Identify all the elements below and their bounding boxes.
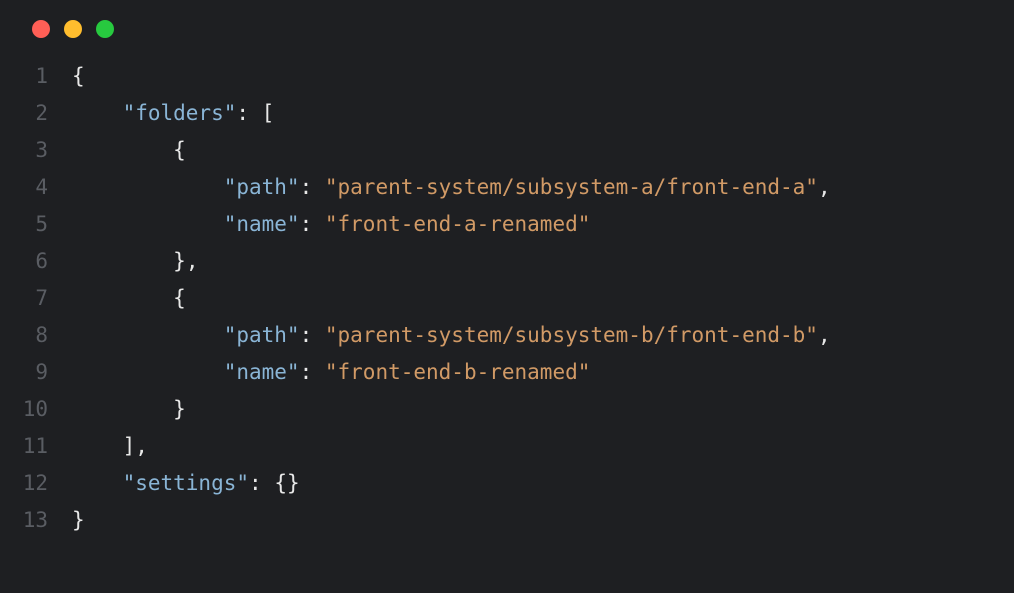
token-comma: , bbox=[818, 323, 831, 347]
token-brace: { bbox=[173, 138, 186, 162]
token-key: "folders" bbox=[123, 101, 237, 125]
code-line[interactable]: } bbox=[72, 391, 1014, 428]
token-string: "front-end-a-renamed" bbox=[325, 212, 591, 236]
line-number: 3 bbox=[0, 132, 48, 169]
code-line[interactable]: "settings": {} bbox=[72, 465, 1014, 502]
minimize-icon[interactable] bbox=[64, 20, 82, 38]
close-icon[interactable] bbox=[32, 20, 50, 38]
token-key: "name" bbox=[224, 212, 300, 236]
token-colon: : bbox=[236, 101, 261, 125]
line-number: 6 bbox=[0, 243, 48, 280]
token-colon: : bbox=[300, 323, 325, 347]
line-number: 13 bbox=[0, 502, 48, 539]
token-brace: } bbox=[173, 249, 186, 273]
token-string: "front-end-b-renamed" bbox=[325, 360, 591, 384]
token-comma: , bbox=[186, 249, 199, 273]
line-number: 2 bbox=[0, 95, 48, 132]
token-key: "name" bbox=[224, 360, 300, 384]
line-gutter: 12345678910111213 bbox=[0, 58, 72, 539]
line-number: 1 bbox=[0, 58, 48, 95]
code-line[interactable]: { bbox=[72, 58, 1014, 95]
token-brace: { bbox=[173, 286, 186, 310]
line-number: 5 bbox=[0, 206, 48, 243]
line-number: 11 bbox=[0, 428, 48, 465]
line-number: 12 bbox=[0, 465, 48, 502]
token-colon: : bbox=[249, 471, 274, 495]
token-key: "settings" bbox=[123, 471, 249, 495]
token-brace: { bbox=[72, 64, 85, 88]
line-number: 8 bbox=[0, 317, 48, 354]
code-line[interactable]: "name": "front-end-b-renamed" bbox=[72, 354, 1014, 391]
code-window: 12345678910111213 { "folders": [ { "path… bbox=[0, 0, 1014, 593]
token-colon: : bbox=[300, 360, 325, 384]
code-line[interactable]: "folders": [ bbox=[72, 95, 1014, 132]
zoom-icon[interactable] bbox=[96, 20, 114, 38]
token-key: "path" bbox=[224, 323, 300, 347]
code-line[interactable]: "name": "front-end-a-renamed" bbox=[72, 206, 1014, 243]
code-content[interactable]: { "folders": [ { "path": "parent-system/… bbox=[72, 58, 1014, 539]
token-comma: , bbox=[135, 434, 148, 458]
code-line[interactable]: }, bbox=[72, 243, 1014, 280]
window-titlebar bbox=[0, 0, 1014, 48]
line-number: 10 bbox=[0, 391, 48, 428]
token-brace: {} bbox=[274, 471, 299, 495]
code-line[interactable]: "path": "parent-system/subsystem-a/front… bbox=[72, 169, 1014, 206]
code-line[interactable]: ], bbox=[72, 428, 1014, 465]
token-colon: : bbox=[300, 212, 325, 236]
token-string: "parent-system/subsystem-a/front-end-a" bbox=[325, 175, 818, 199]
line-number: 4 bbox=[0, 169, 48, 206]
token-brace: } bbox=[173, 397, 186, 421]
token-comma: , bbox=[818, 175, 831, 199]
token-bracket: [ bbox=[262, 101, 275, 125]
line-number: 9 bbox=[0, 354, 48, 391]
token-bracket: ] bbox=[123, 434, 136, 458]
code-line[interactable]: { bbox=[72, 132, 1014, 169]
line-number: 7 bbox=[0, 280, 48, 317]
token-key: "path" bbox=[224, 175, 300, 199]
token-string: "parent-system/subsystem-b/front-end-b" bbox=[325, 323, 818, 347]
code-editor[interactable]: 12345678910111213 { "folders": [ { "path… bbox=[0, 48, 1014, 539]
token-brace: } bbox=[72, 508, 85, 532]
code-line[interactable]: { bbox=[72, 280, 1014, 317]
token-colon: : bbox=[300, 175, 325, 199]
code-line[interactable]: } bbox=[72, 502, 1014, 539]
code-line[interactable]: "path": "parent-system/subsystem-b/front… bbox=[72, 317, 1014, 354]
